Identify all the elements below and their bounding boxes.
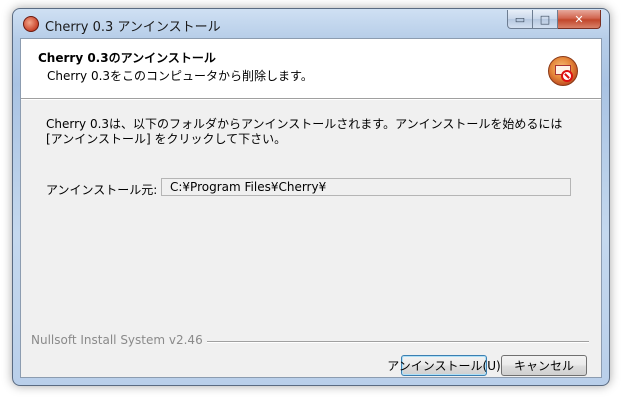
- branding-text: Nullsoft Install System v2.46: [31, 333, 207, 347]
- maximize-button[interactable]: □: [533, 10, 558, 29]
- description-line-2: [アンインストール] をクリックして下さい。: [46, 132, 287, 146]
- cherry-app-icon[interactable]: [23, 16, 39, 32]
- no-entry-icon: [561, 70, 573, 82]
- uninstall-logo-icon: [548, 56, 578, 86]
- minimize-icon: ▭: [514, 12, 526, 26]
- maximize-icon: □: [539, 12, 551, 26]
- cancel-button[interactable]: キャンセル: [501, 355, 587, 376]
- minimize-button[interactable]: ▭: [507, 10, 533, 29]
- header-panel: Cherry 0.3のアンインストール Cherry 0.3をこのコンピュータか…: [21, 39, 601, 99]
- installer-window: Cherry 0.3 アンインストール ▭ □ ✕ Cherry 0.3のアンイ…: [12, 8, 610, 386]
- uninstall-button[interactable]: アンインストール(U): [387, 355, 501, 376]
- destination-label: アンインストール元:: [46, 183, 158, 197]
- header-title: Cherry 0.3のアンインストール: [38, 51, 216, 65]
- destination-field[interactable]: C:¥Program Files¥Cherry¥: [161, 178, 571, 196]
- close-button[interactable]: ✕: [558, 10, 601, 29]
- close-icon: ✕: [574, 12, 584, 26]
- caption-buttons: ▭ □ ✕: [507, 10, 601, 30]
- window-title: Cherry 0.3 アンインストール: [45, 20, 221, 35]
- dialog-client-area: Cherry 0.3のアンインストール Cherry 0.3をこのコンピュータか…: [20, 38, 602, 378]
- title-bar[interactable]: Cherry 0.3 アンインストール ▭ □ ✕: [13, 9, 609, 39]
- header-subtitle: Cherry 0.3をこのコンピュータから削除します。: [47, 69, 313, 83]
